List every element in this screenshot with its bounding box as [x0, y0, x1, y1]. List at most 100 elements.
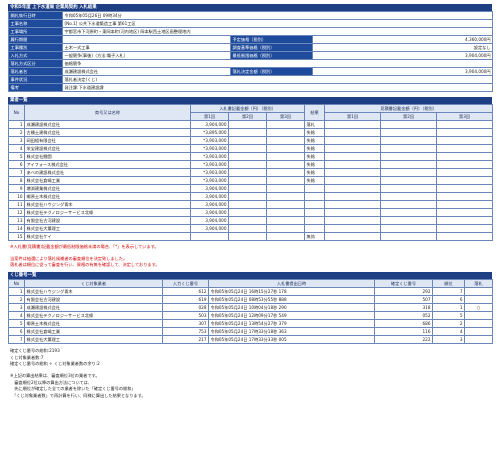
bidder-no: 13 — [8, 216, 25, 225]
lottery-win-marker — [464, 294, 493, 304]
bidder-estimate-r3 — [436, 120, 494, 129]
bidder-name: 株式会社ハウジング青木 — [24, 200, 191, 209]
bidder-estimate-r1 — [324, 208, 382, 217]
bidder-no: 6 — [8, 160, 25, 169]
bidder-estimate-r1 — [324, 144, 382, 153]
bidder-estimate-r3 — [436, 232, 494, 241]
bidder-row: 14 株式会社大薫理工 3,904,000 — [8, 224, 494, 233]
bidder-estimate-r1 — [324, 192, 382, 201]
bidder-amount-r3 — [265, 144, 306, 153]
bidder-amount-r1: *3,895,000 — [190, 128, 229, 137]
bidder-result: 失格 — [304, 136, 326, 145]
bidder-estimate-r1 — [324, 176, 382, 185]
bidder-estimate-r2 — [380, 128, 438, 137]
bidder-amount-r3 — [265, 176, 306, 185]
lottery-datetime: 令和05年05月24日 10時04分18秒 290 — [208, 302, 375, 312]
bidder-estimate-r3 — [436, 168, 494, 177]
lottery-col-kuji: 入力くじ番号 — [162, 278, 209, 288]
lottery-name: 株式会社ハウジング青木 — [24, 286, 163, 296]
bidder-amount-r1: 3,904,000 — [190, 216, 229, 225]
survey-label: 調査基準価格（税別） — [230, 43, 313, 52]
bidder-no: 11 — [8, 200, 25, 209]
lottery-kuji: 028 — [162, 302, 209, 312]
footer-line-7: 「くじ対象業者数」で再計算を行い、同様に算出した結果となります。 — [10, 393, 146, 399]
bidder-estimate-r3 — [436, 224, 494, 233]
bidder-result: 失格 — [304, 176, 326, 185]
lottery-no: 7 — [8, 334, 25, 344]
minlimit-label: 最低制限価格（税別） — [230, 51, 313, 60]
bidders-col-no: No — [8, 104, 25, 121]
bid-result-page: 令和5年度 上下水道局 企業局契約 入札結果 開札執行日時 令和05年05月26… — [8, 4, 494, 400]
bidder-estimate-r2 — [380, 192, 438, 201]
bidder-amount-r1: 3,904,000 — [190, 200, 229, 209]
lottery-section-title: くじ番号一覧 — [8, 271, 492, 279]
winprice-label: 落札決定金額（税別） — [230, 67, 313, 76]
lottery-win-marker — [464, 286, 493, 296]
bidder-estimate-r2 — [380, 216, 438, 225]
bidder-estimate-r2 — [380, 152, 438, 161]
bidder-estimate-r3 — [436, 128, 494, 137]
footer-line-1: 確定くじ番号の総和:2193 — [10, 347, 60, 353]
bidder-estimate-r3 — [436, 216, 494, 225]
lottery-name: 郷原土木株式会社 — [24, 318, 163, 328]
lottery-kakutei: 292 — [374, 286, 433, 296]
lottery-win-marker — [464, 318, 493, 328]
bidder-amount-r1: 3,904,000 — [190, 224, 229, 233]
bidder-result: 失格 — [304, 152, 326, 161]
lottery-note-line-2: 落札者は順位に従って審査を行い、資格の有無を確認して、決定しております。 — [10, 261, 160, 267]
lottery-datetime: 令和05年05月24日 17時33分33秒 005 — [208, 334, 375, 344]
bidder-amount-r1: *3,903,000 — [190, 136, 229, 145]
lottery-row: 6 株式会社倉嶋工業 753 令和05年05月24日 17時33分18秒 363 116… — [8, 326, 493, 336]
bidder-amount-r3 — [265, 216, 306, 225]
bidder-estimate-r2 — [380, 160, 438, 169]
estimate-col-r2: 第2回 — [380, 112, 438, 121]
bidder-estimate-r2 — [380, 200, 438, 209]
bidder-amount-r2 — [228, 184, 267, 193]
footer-line-3: 確定くじ番号の総和 ÷ くじ対象業者数の余り:2 — [10, 361, 100, 367]
lottery-win-marker: ○ — [464, 302, 493, 312]
bidder-amount-r3 — [265, 224, 306, 233]
estimate-col-r3: 第3回 — [436, 112, 494, 121]
bidder-no: 12 — [8, 208, 25, 217]
remark-label: 備考 — [8, 83, 63, 92]
bidder-row: 3 岡田組有限会社 *3,903,000 失格 — [8, 136, 494, 145]
bidder-row: 6 アイフォース株式会社 *3,903,000 失格 — [8, 160, 494, 169]
lottery-order: 6 — [432, 294, 465, 304]
bidder-amount-r1: 3,904,000 — [190, 120, 229, 129]
status-label: 事件状況 — [8, 75, 63, 84]
lottery-kuji: 307 — [162, 318, 209, 328]
bidder-amount-r2 — [228, 160, 267, 169]
bidder-row: 9 増渕建業株式会社 3,904,000 — [8, 184, 494, 193]
contract-type-value: 価格競争 — [61, 59, 494, 68]
bidder-row: 2 古橋土建株式会社 *3,895,000 失格 — [8, 128, 494, 137]
bidder-result: 無効 — [304, 232, 326, 241]
bidder-name: 郷原土木株式会社 — [24, 192, 191, 201]
lottery-rows: 1 株式会社ハウジング青木 612 令和05年05月24日 16時15分27秒 178… — [8, 286, 493, 344]
bidder-amount-r1: *3,903,000 — [190, 160, 229, 169]
lottery-datetime: 令和05年05月24日 08時53分55秒 888 — [208, 294, 375, 304]
bidder-row: 5 株式会社鯉園 *3,903,000 失格 — [8, 152, 494, 161]
lottery-datetime: 令和05年05月24日 13時54分27秒 379 — [208, 318, 375, 328]
bidder-amount-r3 — [265, 200, 306, 209]
bidder-amount-r2 — [228, 200, 267, 209]
bidder-amount-r1: *3,903,000 — [190, 176, 229, 185]
bidder-no: 4 — [8, 144, 25, 153]
bidder-amount-r3 — [265, 184, 306, 193]
bidder-estimate-r3 — [436, 192, 494, 201]
bidder-estimate-r1 — [324, 136, 382, 145]
budget-label: 予定価格（税別） — [230, 35, 313, 44]
bidders-col-result: 結果 — [304, 104, 326, 121]
bidder-estimate-r1 — [324, 184, 382, 193]
lottery-row: 7 株式会社大薫理工 217 令和05年05月24日 17時33分33秒 005 222… — [8, 334, 493, 344]
bidder-amount-r2 — [228, 136, 267, 145]
bidder-no: 14 — [8, 224, 25, 233]
bidder-estimate-r2 — [380, 120, 438, 129]
winner-label: 落札者名 — [8, 67, 63, 76]
project-label: 工事名称 — [8, 19, 63, 28]
bidder-result — [304, 184, 326, 193]
bidder-amount-r3 — [265, 136, 306, 145]
bidder-name: 株式会社鯉園 — [24, 152, 191, 161]
bidder-result — [304, 216, 326, 225]
bidder-name: 増渕建業株式会社 — [24, 184, 191, 193]
kind-label: 工事種別 — [8, 43, 63, 52]
